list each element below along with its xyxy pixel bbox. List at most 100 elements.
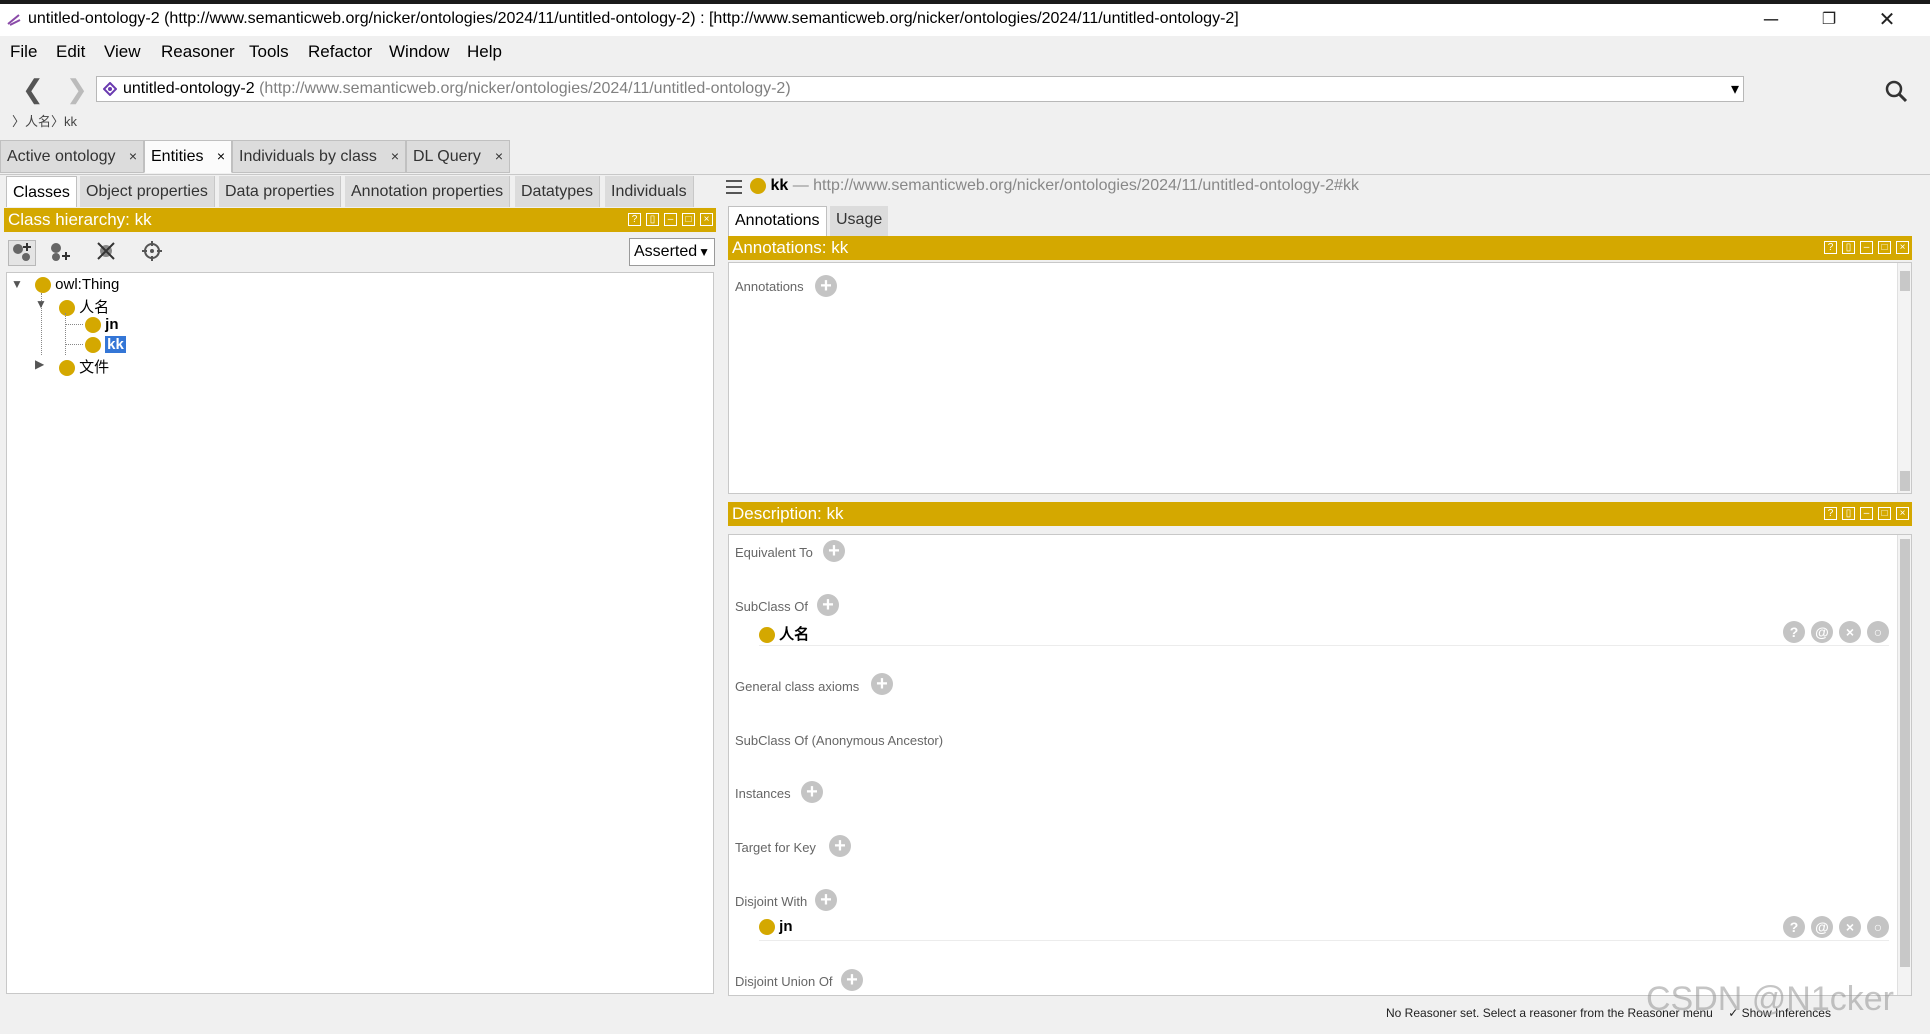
menu-view[interactable]: View xyxy=(104,42,141,62)
menu-refactor[interactable]: Refactor xyxy=(308,42,372,62)
back-arrow-icon[interactable]: ❮ xyxy=(22,74,44,105)
expanded-toggle-icon[interactable]: ▼ xyxy=(35,297,47,311)
expanded-toggle-icon[interactable]: ▼ xyxy=(11,277,23,291)
minimize-button[interactable]: ─ xyxy=(1742,4,1800,36)
close-icon[interactable]: × xyxy=(391,141,399,172)
help-icon[interactable]: ? xyxy=(1824,241,1837,254)
split-icon[interactable]: ▯ xyxy=(1842,507,1855,520)
edit-icon[interactable]: ○ xyxy=(1867,621,1889,643)
add-instance-button[interactable]: + xyxy=(801,781,823,803)
subclass-of-item[interactable]: 人名 xyxy=(759,623,809,644)
close-icon[interactable]: × xyxy=(129,141,137,172)
annotate-icon[interactable]: @ xyxy=(1811,916,1833,938)
tree-node-label: owl:Thing xyxy=(55,276,120,293)
class-hierarchy-header: Class hierarchy: kk ? ▯ – □ × xyxy=(4,208,716,232)
hierarchy-mode-select[interactable]: Asserted ▼ xyxy=(629,238,715,266)
collapsed-toggle-icon[interactable]: ▶ xyxy=(35,357,44,371)
remove-icon[interactable]: × xyxy=(1839,916,1861,938)
close-icon[interactable]: × xyxy=(495,141,503,172)
annotate-icon[interactable]: @ xyxy=(1811,621,1833,643)
menu-window[interactable]: Window xyxy=(389,42,449,62)
entity-name: kk xyxy=(770,177,789,194)
ontology-address-bar[interactable]: untitled-ontology-2 (http://www.semantic… xyxy=(96,76,1744,102)
help-icon[interactable]: ? xyxy=(1824,507,1837,520)
add-subclass-icon[interactable] xyxy=(8,240,36,266)
target-for-key-label: Target for Key xyxy=(735,840,816,855)
explain-icon[interactable]: ? xyxy=(1783,916,1805,938)
tab-individuals-by-class[interactable]: Individuals by class × xyxy=(232,140,406,173)
maximize-view-icon[interactable]: □ xyxy=(682,213,695,226)
add-subclass-of-button[interactable]: + xyxy=(817,594,839,616)
tree-node-label: 人名 xyxy=(79,299,110,316)
close-icon[interactable]: × xyxy=(217,141,225,172)
disjoint-with-item[interactable]: jn xyxy=(759,918,793,936)
class-icon xyxy=(59,360,75,377)
menu-edit[interactable]: Edit xyxy=(56,42,85,62)
tab-usage[interactable]: Usage xyxy=(830,206,889,236)
close-view-icon[interactable]: × xyxy=(1896,241,1909,254)
class-icon xyxy=(759,919,775,936)
restore-button[interactable]: ❐ xyxy=(1800,4,1858,36)
tab-entities[interactable]: Entities × xyxy=(144,140,232,173)
edit-icon[interactable]: ○ xyxy=(1867,916,1889,938)
add-disjoint-button[interactable]: + xyxy=(815,889,837,911)
find-usage-icon[interactable] xyxy=(138,240,166,266)
subclass-anonymous-label: SubClass Of (Anonymous Ancestor) xyxy=(735,733,944,748)
forward-arrow-icon[interactable]: ❯ xyxy=(66,74,88,105)
class-icon xyxy=(759,627,775,644)
tab-classes[interactable]: Classes xyxy=(6,176,77,207)
row-divider xyxy=(759,940,1889,941)
class-icon xyxy=(35,277,51,294)
subclass-of-label: SubClass Of xyxy=(735,599,808,614)
tab-data-properties[interactable]: Data properties xyxy=(219,176,342,207)
minimize-view-icon[interactable]: – xyxy=(664,213,677,226)
menu-tools[interactable]: Tools xyxy=(249,42,289,62)
tree-node-label: 文件 xyxy=(79,359,110,376)
add-general-axiom-button[interactable]: + xyxy=(871,673,893,695)
tab-object-properties[interactable]: Object properties xyxy=(80,176,215,207)
tab-label: Active ontology xyxy=(7,148,116,165)
tree-node-renming[interactable]: 人名 xyxy=(59,296,109,317)
tab-annotations[interactable]: Annotations xyxy=(728,206,827,236)
add-key-button[interactable]: + xyxy=(829,835,851,857)
minimize-view-icon[interactable]: – xyxy=(1860,241,1873,254)
tab-individuals[interactable]: Individuals xyxy=(605,176,694,207)
menu-help[interactable]: Help xyxy=(467,42,502,62)
tree-node-owl-thing[interactable]: owl:Thing xyxy=(35,276,120,294)
search-icon[interactable] xyxy=(1884,79,1908,103)
close-view-icon[interactable]: × xyxy=(1896,507,1909,520)
title-bar: untitled-ontology-2 (http://www.semantic… xyxy=(0,0,1930,36)
annotations-scrollbar[interactable] xyxy=(1897,263,1911,493)
chevron-down-icon[interactable]: ▾ xyxy=(1731,79,1739,99)
close-view-icon[interactable]: × xyxy=(700,213,713,226)
remove-icon[interactable]: × xyxy=(1839,621,1861,643)
explain-icon[interactable]: ? xyxy=(1783,621,1805,643)
class-icon xyxy=(750,177,766,194)
tab-annotation-properties[interactable]: Annotation properties xyxy=(345,176,511,207)
tab-dl-query[interactable]: DL Query × xyxy=(406,140,510,173)
close-window-button[interactable]: ✕ xyxy=(1858,4,1916,36)
add-disjoint-union-button[interactable]: + xyxy=(841,969,863,991)
help-icon[interactable]: ? xyxy=(628,213,641,226)
annotations-panel: Annotations + xyxy=(728,262,1912,494)
tree-node-kk[interactable]: kk xyxy=(85,336,126,354)
maximize-view-icon[interactable]: □ xyxy=(1878,241,1891,254)
tab-datatypes[interactable]: Datatypes xyxy=(515,176,601,207)
split-icon[interactable]: ▯ xyxy=(646,213,659,226)
description-scrollbar[interactable] xyxy=(1897,535,1911,995)
entity-tabs: Classes Object properties Data propertie… xyxy=(4,176,694,208)
delete-class-icon[interactable] xyxy=(92,240,120,266)
menu-reasoner[interactable]: Reasoner xyxy=(161,42,235,62)
menu-icon[interactable] xyxy=(726,180,742,198)
breadcrumb[interactable]: 〉人名〉kk xyxy=(12,111,77,130)
tab-active-ontology[interactable]: Active ontology × xyxy=(0,140,144,173)
add-annotation-button[interactable]: + xyxy=(815,275,837,297)
minimize-view-icon[interactable]: – xyxy=(1860,507,1873,520)
tree-node-wenjian[interactable]: 文件 xyxy=(59,356,109,377)
tree-node-jn[interactable]: jn xyxy=(85,316,119,334)
add-sibling-icon[interactable] xyxy=(46,240,74,266)
add-equivalent-button[interactable]: + xyxy=(823,540,845,562)
split-icon[interactable]: ▯ xyxy=(1842,241,1855,254)
maximize-view-icon[interactable]: □ xyxy=(1878,507,1891,520)
menu-file[interactable]: File xyxy=(10,42,37,62)
